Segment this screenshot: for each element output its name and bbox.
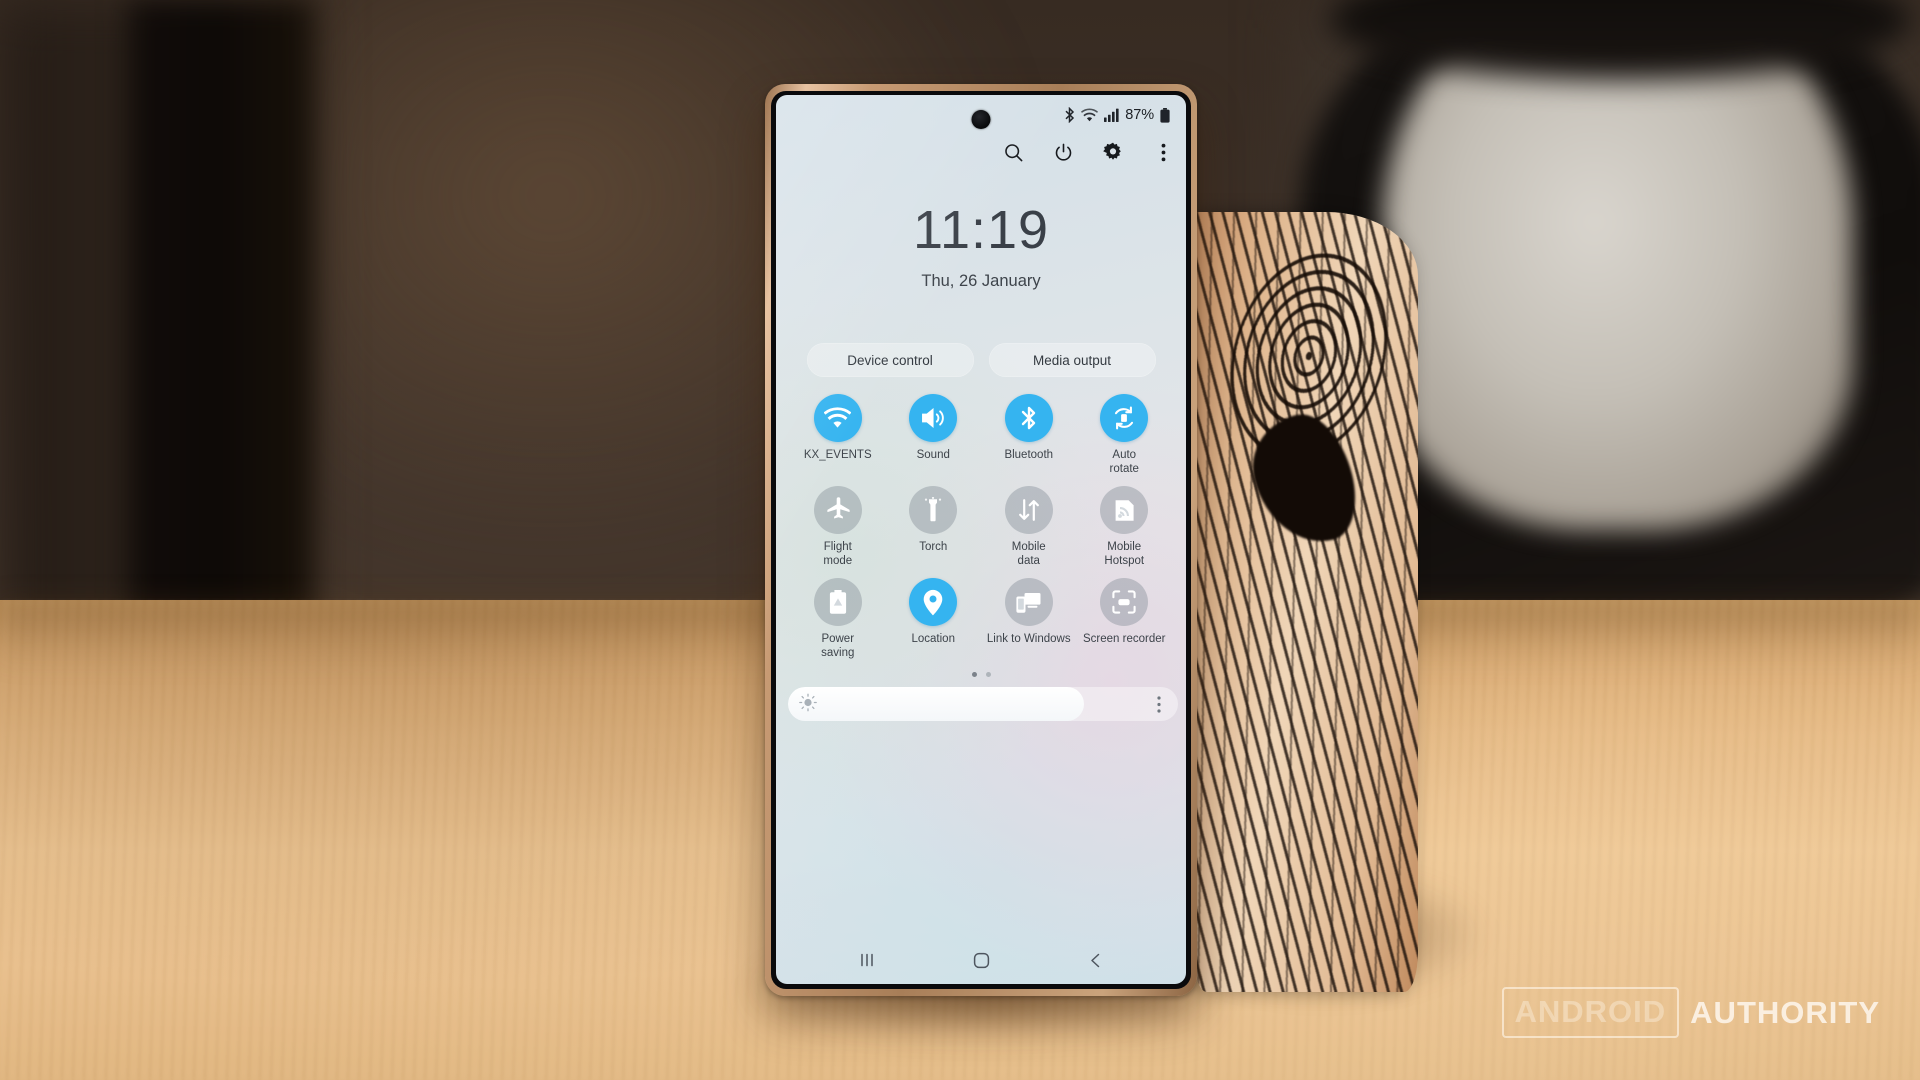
tile-mobile-data[interactable]: Mobile data	[981, 486, 1077, 568]
tile-label: Link to Windows	[986, 633, 1071, 646]
clock-area: 11:19 Thu, 26 January	[776, 203, 1186, 291]
watermark-boxed-word: ANDROID	[1501, 987, 1680, 1038]
tile-label: Location	[911, 633, 955, 646]
tile-label: Auto rotate	[1109, 449, 1139, 475]
link-to-windows-icon	[1004, 578, 1053, 627]
device-control-button[interactable]: Device control	[806, 343, 974, 377]
smartphone: 87% 11:19 Thu, 26 January Device control…	[765, 84, 1197, 996]
tile-location[interactable]: Location	[886, 578, 982, 660]
location-pin-icon	[909, 578, 958, 627]
tile-label: Mobile data	[1011, 541, 1046, 567]
tile-mobile-hotspot[interactable]: Mobile Hotspot	[1077, 486, 1173, 568]
bluetooth-icon	[1064, 107, 1075, 123]
clock-time: 11:19	[912, 200, 1050, 260]
tile-row: Power saving Location Link to Windows Sc…	[790, 578, 1172, 660]
page-dot-active[interactable]	[971, 672, 977, 678]
tile-row: KX_EVENTS Sound Bluetooth Auto rotate	[790, 394, 1172, 476]
back-icon[interactable]	[1073, 943, 1117, 977]
brightness-slider[interactable]	[788, 687, 1178, 722]
more-options-icon[interactable]	[1150, 139, 1176, 165]
tile-kx-events[interactable]: KX_EVENTS	[790, 394, 886, 476]
cellular-signal-icon	[1104, 108, 1119, 122]
battery-percentage: 87%	[1125, 107, 1154, 123]
tile-torch[interactable]: Torch	[886, 486, 982, 568]
tile-label: Flight mode	[823, 541, 853, 567]
search-icon[interactable]	[1000, 139, 1026, 165]
tile-label: Bluetooth	[1004, 449, 1054, 461]
brightness-icon	[799, 694, 817, 715]
speaker-icon	[909, 394, 958, 442]
shortcut-button-row: Device control Media output	[776, 343, 1186, 377]
screen-recorder-icon	[1100, 578, 1149, 627]
recents-icon[interactable]	[845, 943, 889, 977]
tile-label: Screen recorder	[1083, 633, 1166, 646]
gear-icon[interactable]	[1100, 139, 1126, 165]
battery-icon	[1160, 107, 1170, 123]
quick-settings-toolbar	[1000, 139, 1176, 165]
data-transfer-icon	[1004, 486, 1053, 535]
brightness-fill	[788, 687, 1085, 722]
flashlight-icon	[909, 486, 958, 535]
brightness-control	[776, 687, 1186, 722]
clock-date: Thu, 26 January	[921, 272, 1041, 290]
tile-auto-rotate[interactable]: Auto rotate	[1077, 394, 1173, 476]
hotspot-icon	[1100, 486, 1149, 535]
tile-label: Sound	[916, 449, 950, 461]
wifi-icon	[813, 394, 862, 442]
tile-power-saving[interactable]: Power saving	[790, 578, 886, 660]
quick-settings-tiles: KX_EVENTS Sound Bluetooth Auto rotate Fl…	[776, 394, 1186, 660]
tile-bluetooth[interactable]: Bluetooth	[981, 394, 1077, 476]
tile-label: Mobile Hotspot	[1104, 541, 1145, 567]
bluetooth-icon	[1004, 394, 1053, 442]
wifi-icon	[1081, 108, 1099, 122]
tile-label: Power saving	[821, 633, 855, 659]
tile-flight-mode[interactable]: Flight mode	[790, 486, 886, 568]
tile-screen-recorder[interactable]: Screen recorder	[1077, 578, 1173, 660]
tile-sound[interactable]: Sound	[886, 394, 982, 476]
phone-bezel: 87% 11:19 Thu, 26 January Device control…	[771, 91, 1191, 989]
tile-link-to-windows[interactable]: Link to Windows	[981, 578, 1077, 660]
tile-label: Torch	[919, 541, 948, 554]
tile-label: KX_EVENTS	[803, 449, 872, 461]
front-camera-icon	[971, 110, 991, 129]
navigation-bar	[776, 936, 1186, 984]
home-icon[interactable]	[959, 943, 1003, 977]
airplane-icon	[813, 486, 862, 535]
page-dot[interactable]	[985, 672, 991, 678]
photo-scene: 87% 11:19 Thu, 26 January Device control…	[0, 0, 1920, 1080]
phone-screen: 87% 11:19 Thu, 26 January Device control…	[776, 95, 1186, 984]
watermark-plain-word: AUTHORITY	[1690, 994, 1880, 1030]
battery-saver-icon	[813, 578, 862, 627]
media-output-button[interactable]: Media output	[988, 343, 1156, 377]
tile-row: Flight mode Torch Mobile data Mobile Hot…	[790, 486, 1172, 568]
page-indicator	[776, 672, 1186, 678]
watermark: ANDROID AUTHORITY	[1501, 987, 1881, 1038]
power-icon[interactable]	[1050, 139, 1076, 165]
auto-rotate-icon	[1100, 394, 1149, 442]
marbled-vase	[1193, 212, 1418, 992]
more-options-icon[interactable]	[1144, 687, 1174, 721]
